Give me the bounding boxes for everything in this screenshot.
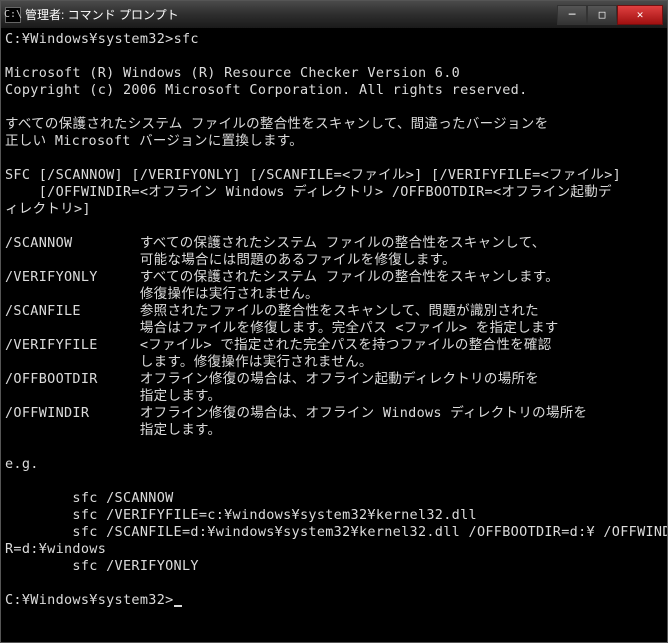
prompt: C:¥Windows¥system32> bbox=[5, 31, 174, 47]
output-line: ィレクトリ>] bbox=[5, 201, 91, 217]
window-controls: ─ □ ✕ bbox=[557, 5, 663, 25]
output-line: 修復操作は実行されません。 bbox=[5, 286, 319, 302]
close-button[interactable]: ✕ bbox=[617, 5, 663, 25]
output-line: sfc /SCANNOW bbox=[5, 490, 174, 506]
command-text: sfc bbox=[174, 31, 199, 47]
titlebar[interactable]: C:\ 管理者: コマンド プロンプト ─ □ ✕ bbox=[1, 1, 667, 29]
output-line: R=d:¥windows bbox=[5, 541, 106, 557]
output-line: /OFFBOOTDIR オフライン修復の場合は、オフライン起動ディレクトリの場所… bbox=[5, 371, 539, 387]
output-line: /OFFWINDIR オフライン修復の場合は、オフライン Windows ディレ… bbox=[5, 405, 587, 421]
output-line: sfc /VERIFYFILE=c:¥windows¥system32¥kern… bbox=[5, 507, 477, 523]
app-icon: C:\ bbox=[5, 7, 21, 23]
output-line: /SCANNOW すべての保護されたシステム ファイルの整合性をスキャンして、 bbox=[5, 235, 546, 251]
output-line: SFC [/SCANNOW] [/VERIFYONLY] [/SCANFILE=… bbox=[5, 167, 621, 183]
output-line: すべての保護されたシステム ファイルの整合性をスキャンして、間違ったバージョンを bbox=[5, 116, 548, 132]
output-line: 指定します。 bbox=[5, 388, 221, 404]
output-line: sfc /VERIFYONLY bbox=[5, 558, 199, 574]
output-line: /VERIFYFILE <ファイル> で指定された完全パスを持つファイルの整合性… bbox=[5, 337, 552, 353]
maximize-button[interactable]: □ bbox=[587, 5, 617, 25]
output-line: 可能な場合には問題のあるファイルを修復します。 bbox=[5, 252, 456, 268]
output-line: sfc /SCANFILE=d:¥windows¥system32¥kernel… bbox=[5, 524, 667, 540]
cursor bbox=[174, 605, 182, 607]
output-line: 正しい Microsoft バージョンに置換します。 bbox=[5, 133, 303, 149]
output-line: /VERIFYONLY すべての保護されたシステム ファイルの整合性をスキャンし… bbox=[5, 269, 559, 285]
output-line: Copyright (c) 2006 Microsoft Corporation… bbox=[5, 82, 528, 98]
output-line: 場合はファイルを修復します。完全パス <ファイル> を指定します bbox=[5, 320, 559, 336]
command-prompt-window: C:\ 管理者: コマンド プロンプト ─ □ ✕ C:¥Windows¥sys… bbox=[0, 0, 668, 643]
terminal-output[interactable]: C:¥Windows¥system32>sfc Microsoft (R) Wi… bbox=[1, 29, 667, 642]
output-line: [/OFFWINDIR=<オフライン Windows ディレクトリ> /OFFB… bbox=[5, 184, 612, 200]
output-line: /SCANFILE 参照されたファイルの整合性をスキャンして、問題が識別された bbox=[5, 303, 539, 319]
output-line: e.g. bbox=[5, 456, 39, 472]
prompt: C:¥Windows¥system32> bbox=[5, 592, 174, 608]
minimize-button[interactable]: ─ bbox=[557, 5, 587, 25]
output-line: 指定します。 bbox=[5, 422, 221, 438]
output-line: します。修復操作は実行されません。 bbox=[5, 354, 373, 370]
window-title: 管理者: コマンド プロンプト bbox=[25, 6, 557, 23]
output-line: Microsoft (R) Windows (R) Resource Check… bbox=[5, 65, 460, 81]
